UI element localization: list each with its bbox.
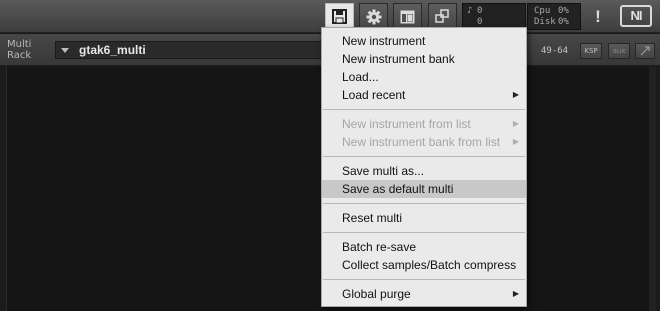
menu-separator [323,109,525,110]
cpu-value: 0% [558,6,569,16]
layout-icon [400,10,415,23]
cpu-label: Cpu [534,6,551,16]
aux-button[interactable]: aux [608,43,630,59]
menu-item-load[interactable]: Load... [322,68,526,86]
resize-icon [435,9,449,23]
submenu-arrow-icon: ▶ [512,90,519,99]
menu-item-new-instrument-bank[interactable]: New instrument bank [322,50,526,68]
save-icon [332,9,347,24]
disk-label: Disk [534,17,556,27]
rack-scrollbar[interactable] [649,67,656,311]
menu-item-save-multi-as[interactable]: Save multi as... [322,162,526,180]
menu-item-global-purge[interactable]: Global purge ▶ [322,285,526,303]
menu-separator [323,156,525,157]
chevron-down-icon[interactable] [61,46,69,54]
menu-item-collect-samples[interactable]: Collect samples/Batch compress [322,256,526,274]
minimize-view-button[interactable] [428,3,457,30]
menu-item-load-recent[interactable]: Load recent ▶ [322,86,526,104]
ksp-button[interactable]: KSP [580,43,602,59]
multi-rack-label: Multi Rack [7,39,32,61]
warning-icon[interactable]: ! [586,3,610,30]
submenu-arrow-icon: ▶ [512,137,519,146]
disk-value: 0% [558,17,569,27]
menu-item-new-instrument-bank-from-list: New instrument bank from list ▶ [342,135,519,149]
ni-logo: NI [620,5,652,27]
multi-name-field[interactable]: gtak6_multi [55,41,345,59]
view-button[interactable] [393,3,422,30]
multi-name: gtak6_multi [79,43,146,57]
submenu-arrow-icon: ▶ [512,119,519,128]
save-button[interactable] [325,3,354,30]
channel-range[interactable]: 49-64 [541,46,568,56]
options-button[interactable] [359,3,388,30]
midi-meter: ♪ 0 0 [462,3,526,30]
menu-separator [323,203,525,204]
file-menu: New instrument New instrument bank Load.… [321,27,527,307]
menu-item-reset-multi[interactable]: Reset multi [322,209,526,227]
collapse-icon [640,46,650,56]
cpu-disk-meter: Cpu 0% Disk 0% [527,3,581,30]
collapse-button[interactable] [635,43,655,59]
menu-item-new-instrument[interactable]: New instrument [322,32,526,50]
menu-item-batch-re-save[interactable]: Batch re-save [322,238,526,256]
submenu-arrow-icon: ▶ [512,289,519,298]
menu-item-save-as-default-multi[interactable]: Save as default multi [322,180,526,198]
menu-separator [323,279,525,280]
menu-separator [323,232,525,233]
gear-icon [366,9,381,24]
menu-item-new-instrument-from-list: New instrument from list ▶ [342,117,519,131]
midi-in-value: 0 [477,6,483,16]
note-icon: ♪ [467,6,473,16]
